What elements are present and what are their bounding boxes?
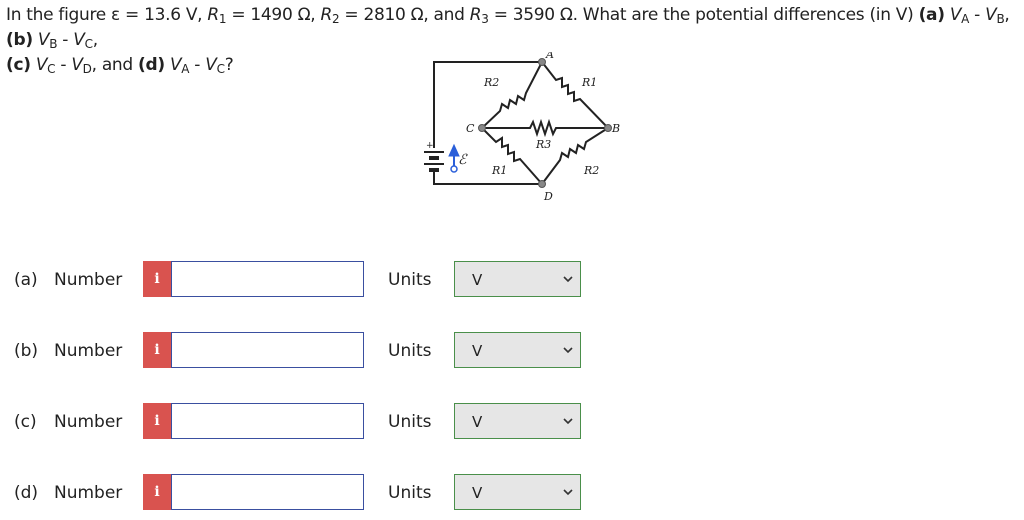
units-select-d[interactable]: V: [454, 474, 581, 510]
answer-row-d: (d) Number i Units V: [0, 474, 1024, 514]
answer-row-c: (c) Number i Units V: [0, 403, 1024, 443]
part-d-s2: C: [216, 62, 225, 76]
units-selected-value: V: [472, 271, 483, 289]
part-b-v2: V: [73, 30, 85, 50]
units-select-c[interactable]: V: [454, 403, 581, 439]
info-icon[interactable]: i: [143, 474, 171, 510]
part-c-tag: (c): [6, 55, 31, 75]
number-label: Number: [54, 270, 123, 290]
part-b-tag: (b): [6, 30, 33, 50]
part-d-tag: (d): [138, 55, 165, 75]
part-b-s1: B: [49, 37, 58, 51]
number-input-c[interactable]: [171, 403, 364, 439]
units-select-a[interactable]: V: [454, 261, 581, 297]
number-label: Number: [54, 483, 123, 503]
number-input-d[interactable]: [171, 474, 364, 510]
part-a-sep: ,: [1004, 5, 1010, 25]
chevron-down-icon: [563, 489, 573, 496]
units-selected-value: V: [472, 342, 483, 360]
r3-subscript: 3: [481, 12, 489, 26]
node-d-label: D: [543, 190, 553, 203]
part-a-v1: V: [949, 5, 962, 25]
r3-symbol: R: [469, 5, 482, 25]
part-d-minus: -: [189, 55, 206, 75]
circuit-diagram: A B C D R2 R1 R3 R1 R2 ℰ +: [424, 52, 620, 203]
chevron-down-icon: [563, 418, 573, 425]
label-r1-top: R1: [581, 76, 597, 89]
label-r3: R3: [535, 138, 551, 151]
number-label: Number: [54, 341, 123, 361]
part-c-v2: V: [71, 55, 83, 75]
units-selected-value: V: [472, 484, 483, 502]
part-d-v1: V: [169, 55, 182, 75]
info-icon[interactable]: i: [143, 261, 171, 297]
node-a-dot: [538, 58, 546, 66]
part-d-end: ?: [224, 55, 234, 75]
info-icon[interactable]: i: [143, 332, 171, 368]
node-b-label: B: [611, 122, 620, 135]
node-d-dot: [538, 180, 546, 188]
part-c-minus: -: [55, 55, 72, 75]
units-select-b[interactable]: V: [454, 332, 581, 368]
part-a-s1: A: [961, 12, 970, 26]
label-r2-bottom: R2: [583, 164, 599, 177]
r3-value: = 3590 Ω. What are the potential differe…: [488, 5, 919, 25]
part-b-s2: C: [84, 37, 93, 51]
label-r1-bottom: R1: [491, 164, 507, 177]
number-input-b[interactable]: [171, 332, 364, 368]
number-label: Number: [54, 412, 123, 432]
part-label: (c): [14, 412, 37, 432]
plus-sign: +: [426, 141, 434, 151]
part-a-v2: V: [985, 5, 997, 25]
part-label: (d): [14, 483, 39, 503]
question-lead: In the figure ε = 13.6 V,: [6, 5, 208, 25]
answer-row-a: (a) Number i Units V: [0, 261, 1024, 301]
wire-bottom-left: [433, 168, 542, 185]
chevron-down-icon: [563, 276, 573, 283]
node-c-dot: [478, 124, 486, 132]
node-b-dot: [604, 124, 612, 132]
answer-row-b: (b) Number i Units V: [0, 332, 1024, 372]
r1-value: = 1490 Ω,: [226, 5, 321, 25]
part-a-minus: -: [969, 5, 986, 25]
chevron-down-icon: [563, 347, 573, 354]
node-a-label: A: [545, 52, 554, 61]
node-c-label: C: [466, 122, 475, 135]
part-label: (b): [14, 341, 39, 361]
part-b-sep: ,: [92, 30, 98, 50]
part-c-v1: V: [35, 55, 48, 75]
units-label: Units: [388, 270, 432, 290]
battery-icon: [424, 151, 444, 172]
part-c-sep: , and: [91, 55, 139, 75]
part-label: (a): [14, 270, 38, 290]
part-d-v2: V: [205, 55, 217, 75]
part-d-s1: A: [181, 62, 190, 76]
part-c-s2: D: [82, 62, 92, 76]
units-label: Units: [388, 341, 432, 361]
units-selected-value: V: [472, 413, 483, 431]
edge-c-a-r2: [481, 61, 543, 129]
info-icon[interactable]: i: [143, 403, 171, 439]
units-label: Units: [388, 483, 432, 503]
label-r2-top: R2: [483, 76, 499, 89]
number-input-a[interactable]: [171, 261, 364, 297]
r1-symbol: R: [207, 5, 219, 25]
units-label: Units: [388, 412, 432, 432]
part-b-minus: -: [57, 30, 74, 50]
emf-symbol: ℰ: [458, 152, 468, 168]
part-a-tag: (a): [918, 5, 945, 25]
edge-a-b-r1: [541, 61, 609, 129]
edge-c-b-r3: [482, 118, 608, 138]
edge-c-d-r1: [481, 127, 543, 185]
r2-symbol: R: [320, 5, 332, 25]
part-b-v1: V: [37, 30, 50, 50]
r2-value: = 2810 Ω, and: [339, 5, 470, 25]
